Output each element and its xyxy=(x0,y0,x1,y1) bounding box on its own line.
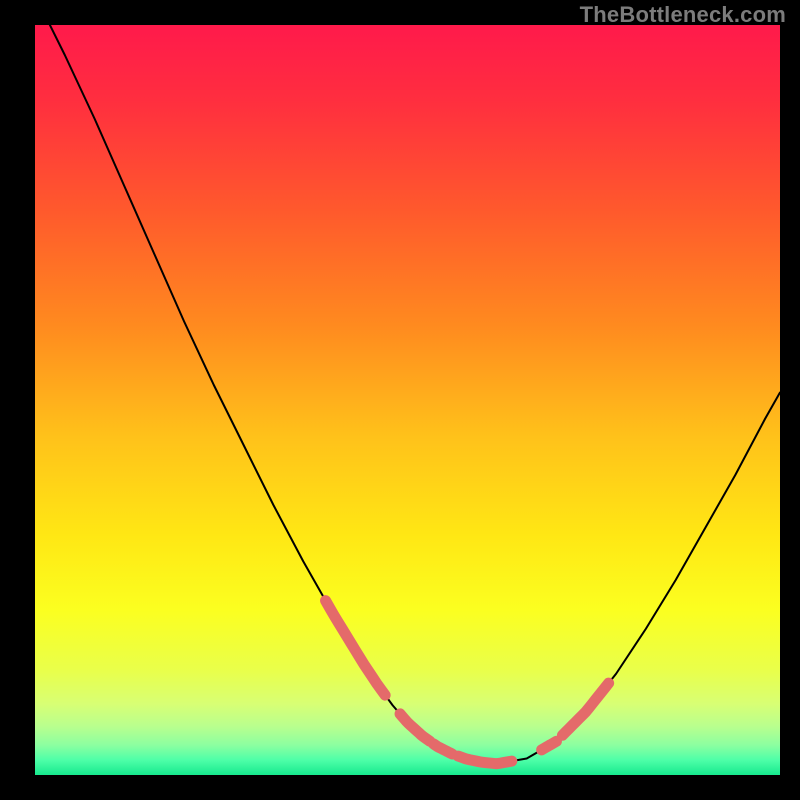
curve-highlight-segment-0 xyxy=(326,601,386,696)
curve-line xyxy=(35,25,780,764)
curve-highlight-segment-4 xyxy=(542,741,557,750)
curve-highlight-segment-3 xyxy=(458,756,512,764)
curve-highlight-segment-2 xyxy=(434,744,453,754)
bottleneck-curve xyxy=(35,25,780,775)
curve-highlight-segment-1 xyxy=(400,714,430,741)
watermark-text: TheBottleneck.com xyxy=(580,2,786,28)
plot-area xyxy=(35,25,780,775)
curve-highlight-segment-5 xyxy=(562,683,608,735)
chart-frame: TheBottleneck.com xyxy=(0,0,800,800)
